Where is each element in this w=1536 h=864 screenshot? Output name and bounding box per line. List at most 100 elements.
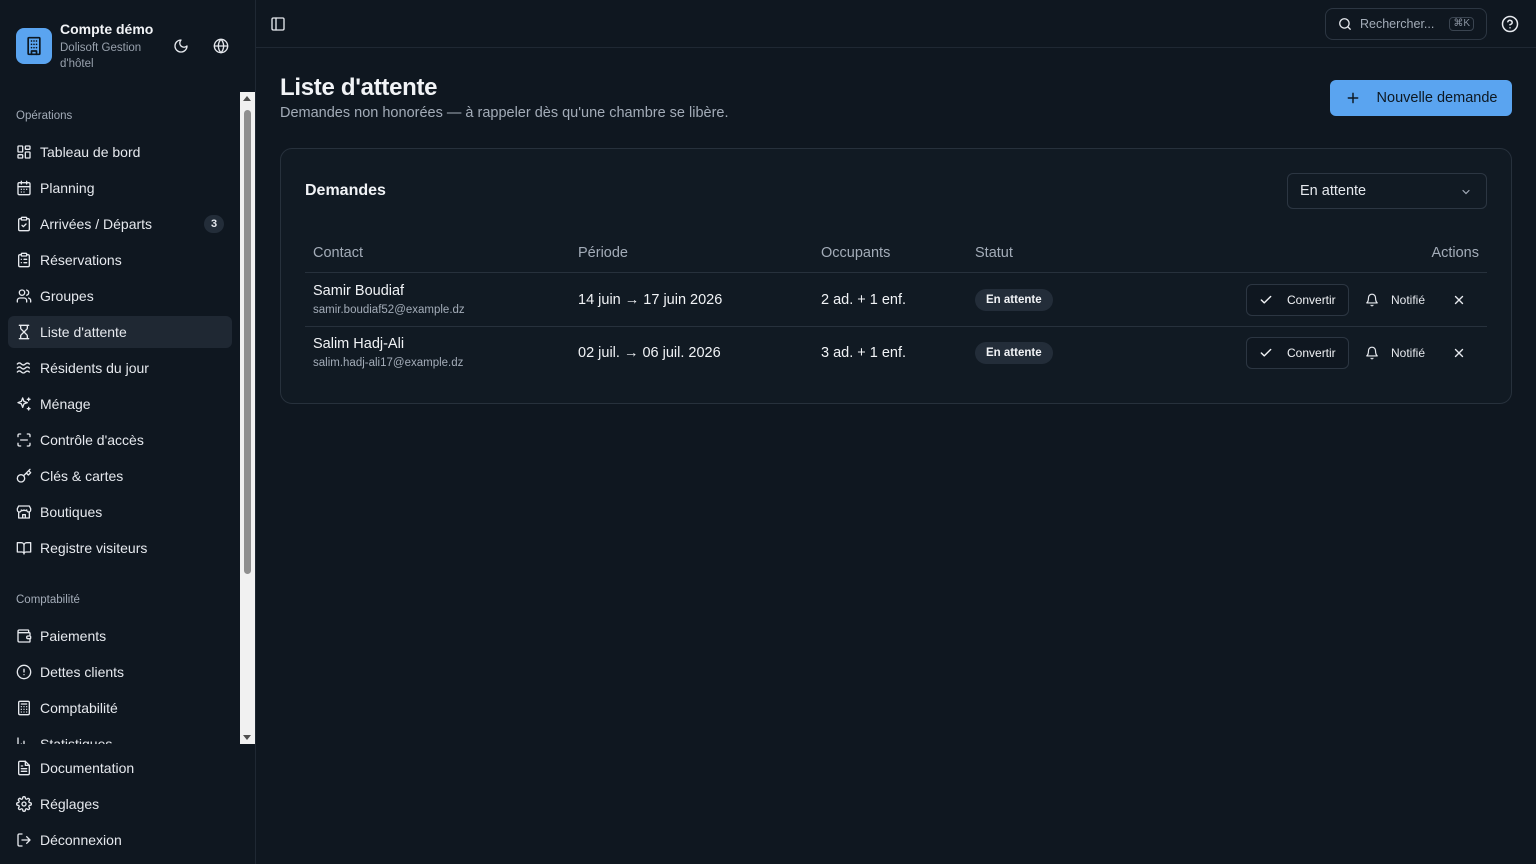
table-row: Salim Hadj-Ali salim.hadj-ali17@example.… bbox=[305, 327, 1487, 380]
bell-icon bbox=[1365, 293, 1379, 307]
log-out-icon bbox=[16, 832, 32, 848]
sidebar-item-label: Documentation bbox=[40, 760, 135, 776]
sidebar-item-residents-du-jour[interactable]: Résidents du jour bbox=[8, 352, 232, 384]
sidebar-item-dettes-clients[interactable]: Dettes clients bbox=[8, 656, 232, 688]
alert-circle-icon bbox=[16, 664, 32, 680]
scroll-down-arrow-icon[interactable] bbox=[243, 735, 251, 740]
status-badge: En attente bbox=[975, 342, 1053, 364]
card-title: Demandes bbox=[305, 182, 386, 199]
sidebar-item-label: Liste d'attente bbox=[40, 324, 127, 340]
sidebar-item-label: Boutiques bbox=[40, 504, 103, 520]
check-icon bbox=[1259, 293, 1273, 307]
sidebar-item-tableau-de-bord[interactable]: Tableau de bord bbox=[8, 136, 232, 168]
calculator-icon bbox=[16, 700, 32, 716]
language-globe-icon[interactable] bbox=[204, 24, 238, 68]
sidebar-item-documentation[interactable]: Documentation bbox=[8, 752, 232, 784]
col-statut: Statut bbox=[975, 245, 1013, 261]
contact-email: salim.hadj-ali17@example.dz bbox=[313, 357, 464, 369]
sidebar-item-groupes[interactable]: Groupes bbox=[8, 280, 232, 312]
new-request-button[interactable]: Nouvelle demande bbox=[1330, 80, 1512, 116]
status-filter-select[interactable]: En attente bbox=[1287, 173, 1487, 209]
sidebar-item-label: Statistiques bbox=[40, 736, 113, 744]
check-icon bbox=[1259, 346, 1273, 360]
brand-title: Compte démo bbox=[60, 21, 154, 37]
clipboard-check-icon bbox=[16, 216, 32, 232]
sidebar-item-label: Résidents du jour bbox=[40, 360, 149, 376]
scroll-up-arrow-icon[interactable] bbox=[243, 96, 251, 101]
sidebar: Compte démo Dolisoft Gestion d'hôtel Opé… bbox=[0, 0, 256, 864]
sidebar-item-label: Dettes clients bbox=[40, 664, 125, 680]
contact-name: Salim Hadj-Ali bbox=[313, 336, 405, 352]
convert-label: Convertir bbox=[1287, 346, 1336, 360]
col-contact: Contact bbox=[313, 245, 363, 261]
sidebar-item-label: Groupes bbox=[40, 288, 94, 304]
search-icon bbox=[1338, 17, 1352, 31]
col-periode: Période bbox=[578, 245, 628, 261]
sidebar-toggle-icon[interactable] bbox=[268, 14, 288, 34]
convert-button[interactable]: Convertir bbox=[1246, 284, 1349, 316]
hourglass-icon bbox=[16, 324, 32, 340]
table-header: Contact Période Occupants Statut Actions bbox=[305, 237, 1487, 273]
sidebar-item-planning[interactable]: Planning bbox=[8, 172, 232, 204]
brand[interactable]: Compte démo Dolisoft Gestion d'hôtel bbox=[16, 20, 156, 72]
occupants: 3 ad. + 1 enf. bbox=[821, 345, 907, 361]
sidebar-item-arrivees-departs[interactable]: Arrivées / Départs 3 bbox=[8, 208, 232, 240]
notify-label: Notifié bbox=[1391, 346, 1426, 360]
convert-button[interactable]: Convertir bbox=[1246, 337, 1349, 369]
chevron-down-icon bbox=[1460, 186, 1472, 198]
search-input[interactable]: Rechercher... ⌘K bbox=[1325, 8, 1487, 40]
section-comptabilite: Comptabilité bbox=[16, 594, 80, 606]
page-title: Liste d'attente bbox=[280, 74, 438, 101]
store-icon bbox=[16, 504, 32, 520]
help-circle-icon[interactable] bbox=[1501, 15, 1519, 33]
waves-icon bbox=[16, 360, 32, 376]
status-badge: En attente bbox=[975, 289, 1053, 311]
sidebar-item-registre-visiteurs[interactable]: Registre visiteurs bbox=[8, 532, 232, 564]
book-open-icon bbox=[16, 540, 32, 556]
sidebar-item-label: Clés & cartes bbox=[40, 468, 124, 484]
users-icon bbox=[16, 288, 32, 304]
period: 02 juil. → 06 juil. 2026 bbox=[578, 345, 721, 361]
sidebar-item-label: Arrivées / Départs bbox=[40, 216, 153, 232]
period: 14 juin → 17 juin 2026 bbox=[578, 292, 723, 308]
sidebar-item-label: Déconnexion bbox=[40, 832, 122, 848]
brand-subtitle: Dolisoft Gestion d'hôtel bbox=[60, 42, 142, 70]
sidebar-item-label: Réservations bbox=[40, 252, 122, 268]
sidebar-item-label: Contrôle d'accès bbox=[40, 432, 144, 448]
close-icon[interactable] bbox=[1447, 288, 1471, 312]
sidebar-item-liste-attente[interactable]: Liste d'attente bbox=[8, 316, 232, 348]
topbar: Rechercher... ⌘K bbox=[256, 0, 1536, 48]
requests-card: Demandes En attente Contact Période Occu… bbox=[280, 148, 1512, 404]
sidebar-nav: Opérations Tableau de bord Planning Arri… bbox=[0, 92, 240, 744]
sidebar-item-deconnexion[interactable]: Déconnexion bbox=[8, 824, 232, 856]
sidebar-item-menage[interactable]: Ménage bbox=[8, 388, 232, 420]
hotel-building-icon bbox=[16, 28, 52, 64]
count-badge: 3 bbox=[204, 215, 224, 233]
scrollbar-thumb[interactable] bbox=[244, 110, 251, 574]
sidebar-item-label: Comptabilité bbox=[40, 700, 118, 716]
sidebar-item-statistiques[interactable]: Statistiques bbox=[8, 728, 232, 744]
notify-button[interactable]: Notifié bbox=[1357, 284, 1437, 316]
sidebar-item-comptabilite[interactable]: Comptabilité bbox=[8, 692, 232, 724]
theme-toggle-moon-icon[interactable] bbox=[164, 24, 198, 68]
sidebar-item-reglages[interactable]: Réglages bbox=[8, 788, 232, 820]
sidebar-item-cles-cartes[interactable]: Clés & cartes bbox=[8, 460, 232, 492]
sidebar-item-label: Planning bbox=[40, 180, 95, 196]
calendar-icon bbox=[16, 180, 32, 196]
contact-name: Samir Boudiaf bbox=[313, 283, 405, 299]
close-icon[interactable] bbox=[1447, 341, 1471, 365]
sidebar-scrollbar[interactable] bbox=[240, 92, 255, 744]
file-text-icon bbox=[16, 760, 32, 776]
notify-label: Notifié bbox=[1391, 293, 1426, 307]
section-operations: Opérations bbox=[16, 110, 73, 122]
sidebar-item-reservations[interactable]: Réservations bbox=[8, 244, 232, 276]
notify-button[interactable]: Notifié bbox=[1357, 337, 1437, 369]
table-row: Samir Boudiaf samir.boudiaf52@example.dz… bbox=[305, 274, 1487, 327]
scan-face-icon bbox=[16, 432, 32, 448]
sidebar-item-boutiques[interactable]: Boutiques bbox=[8, 496, 232, 528]
sidebar-item-paiements[interactable]: Paiements bbox=[8, 620, 232, 652]
search-placeholder: Rechercher... bbox=[1360, 17, 1435, 31]
convert-label: Convertir bbox=[1287, 293, 1336, 307]
sidebar-item-label: Tableau de bord bbox=[40, 144, 141, 160]
sidebar-item-controle-acces[interactable]: Contrôle d'accès bbox=[8, 424, 232, 456]
